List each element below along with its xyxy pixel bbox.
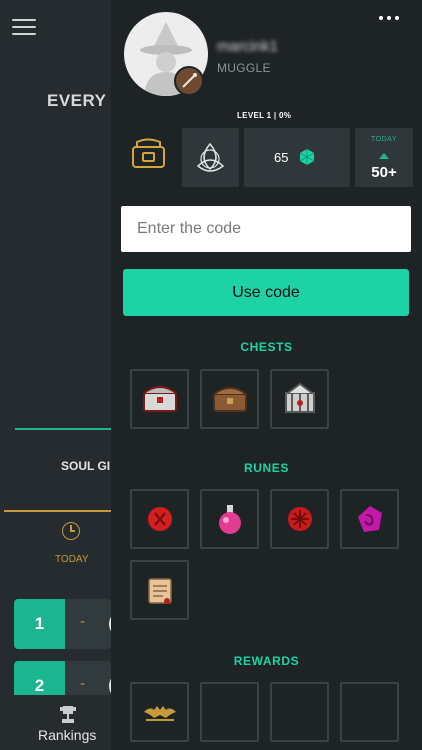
reward-item[interactable] [130,682,189,742]
today-value: 50+ [371,164,397,181]
level-indicator: LEVEL 1 | 0% [237,111,292,120]
runes-heading: RUNES [243,461,289,475]
gems-balance[interactable]: 65 [244,128,350,187]
code-input[interactable] [121,206,411,252]
tab-indicator [15,428,111,430]
side-drawer: marcink1 MUGGLE LEVEL 1 | 0% 65 TODAY 50… [111,0,422,750]
arrow-up-icon [379,153,389,159]
clock-icon[interactable] [62,522,80,540]
chest-outline-icon [132,138,165,168]
nav-rankings[interactable]: Rankings [38,727,96,743]
rune-item[interactable] [130,560,189,620]
chest-item[interactable] [130,369,189,429]
reward-slot-empty [340,682,399,742]
wand-badge-icon [174,66,204,96]
reward-slot-empty [200,682,259,742]
gem-icon [299,149,315,165]
wooden-chest-icon [213,387,247,412]
scroll-icon [148,578,172,604]
silver-chest-icon [143,386,177,412]
today-stat[interactable]: TODAY 50+ [355,128,413,187]
red-rune-icon [148,507,172,531]
ranking-score: - [80,675,85,692]
magenta-rune-icon [358,506,382,532]
period-indicator [4,510,111,512]
ranking-score: - [80,613,85,630]
rewards-heading: REWARDS [233,654,300,668]
rank-title: MUGGLE [217,61,271,75]
ranking-row[interactable]: 1 - [14,599,111,649]
more-options-icon[interactable] [379,16,401,22]
bat-emblem-icon [144,706,176,721]
triquetra-icon [196,142,225,172]
iron-cage-chest-icon [285,382,315,413]
menu-icon[interactable] [12,19,36,37]
chest-item[interactable] [200,369,259,429]
rune-item[interactable] [130,489,189,549]
today-label: TODAY [371,136,397,143]
potion-icon [219,505,241,534]
rune-item[interactable] [270,489,329,549]
use-code-button[interactable]: Use code [123,269,409,316]
username: marcink1 [217,38,278,55]
chest-item[interactable] [270,369,329,429]
triquetra-button[interactable] [182,128,239,187]
period-today-label[interactable]: TODAY [55,554,89,565]
chests-heading: CHESTS [240,340,293,354]
background-title: EVERY [47,91,107,110]
red-rune-icon [288,507,312,531]
tab-soul-gems[interactable]: SOUL GI [61,459,110,473]
trophy-icon[interactable] [58,705,78,725]
rune-item[interactable] [340,489,399,549]
reward-slot-empty [270,682,329,742]
ranking-position: 1 [14,599,65,649]
gems-count: 65 [274,150,289,165]
inventory-button[interactable] [111,128,178,187]
rune-item[interactable] [200,489,259,549]
